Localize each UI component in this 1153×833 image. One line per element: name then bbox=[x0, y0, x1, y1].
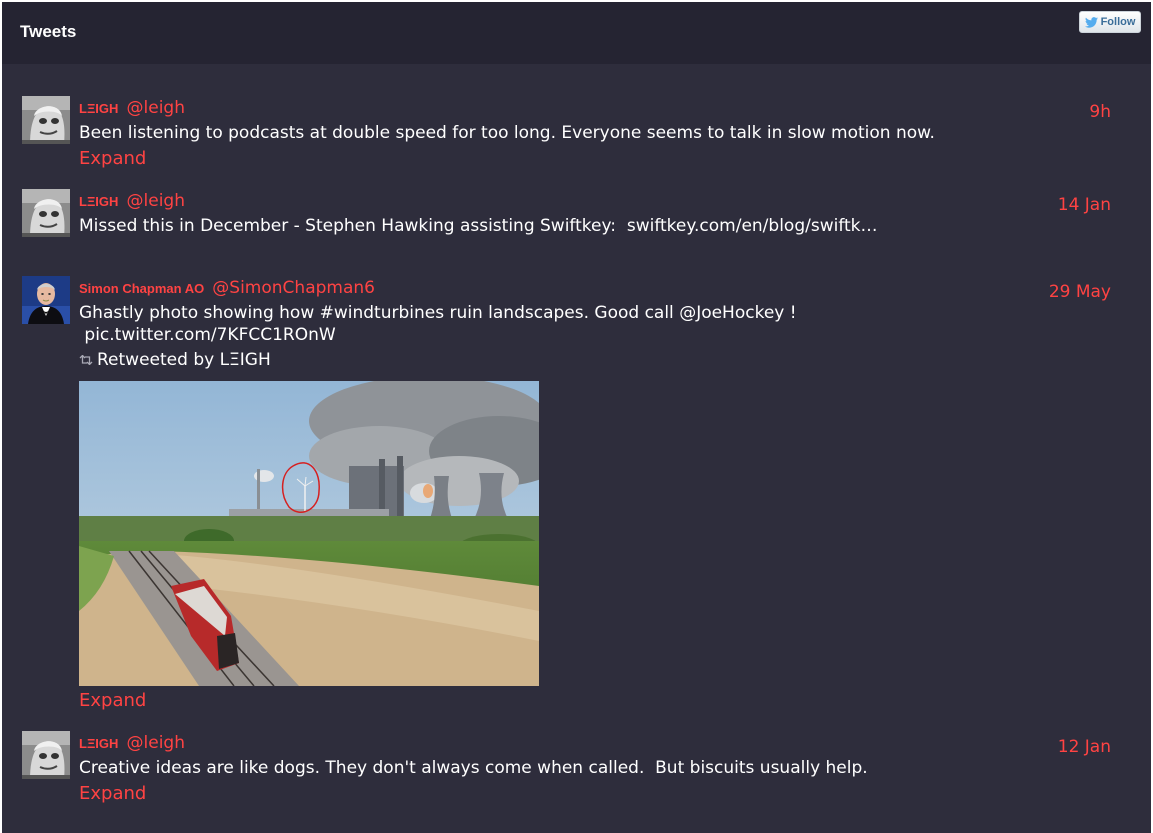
author-handle[interactable]: @SimonChapman6 bbox=[212, 278, 375, 298]
expand-link[interactable]: Expand bbox=[79, 781, 146, 806]
author-handle[interactable]: @leigh bbox=[127, 733, 185, 753]
tweet-timestamp[interactable]: 9h bbox=[1089, 102, 1111, 122]
tweet-photo[interactable] bbox=[79, 381, 539, 686]
tweet-text: Creative ideas are like dogs. They don't… bbox=[79, 758, 868, 778]
avatar[interactable] bbox=[22, 276, 70, 324]
expand-link[interactable]: Expand bbox=[79, 688, 146, 713]
widget-title: Tweets bbox=[20, 22, 77, 41]
author-name[interactable]: LΞIGH bbox=[79, 736, 118, 751]
avatar[interactable] bbox=[22, 96, 70, 144]
author-handle[interactable]: @leigh bbox=[127, 98, 185, 118]
twitter-bird-icon bbox=[1084, 16, 1098, 28]
author-handle[interactable]: @leigh bbox=[127, 191, 185, 211]
retweeted-by: Retweeted by LΞIGH bbox=[97, 350, 271, 370]
tweet-text: Been listening to podcasts at double spe… bbox=[79, 123, 935, 143]
tweet-timestamp[interactable]: 12 Jan bbox=[1058, 737, 1111, 757]
tweet-photo-link[interactable]: pic.twitter.com/7KFCC1ROnW bbox=[79, 323, 1151, 348]
retweet-indicator: Retweeted by LΞIGH bbox=[79, 348, 1151, 373]
tweet-link[interactable]: swiftkey.com/en/blog/swiftk… bbox=[627, 216, 878, 236]
avatar[interactable] bbox=[22, 731, 70, 779]
tweet-text-prefix: Missed this in December - Stephen Hawkin… bbox=[79, 216, 627, 236]
avatar[interactable] bbox=[22, 189, 70, 237]
author-name[interactable]: Simon Chapman AO bbox=[79, 281, 204, 296]
follow-label: Follow bbox=[1100, 16, 1136, 28]
tweet-text: Missed this in December - Stephen Hawkin… bbox=[79, 214, 1151, 239]
author-name[interactable]: LΞIGH bbox=[79, 194, 118, 209]
author-name[interactable]: LΞIGH bbox=[79, 101, 118, 116]
tweet-timestamp[interactable]: 29 May bbox=[1049, 282, 1111, 302]
widget-header: Tweets Follow bbox=[2, 2, 1151, 64]
retweet-icon bbox=[79, 355, 93, 365]
expand-link[interactable]: Expand bbox=[79, 146, 146, 171]
tweets-widget: Tweets Follow LΞIGH @leigh Been listenin… bbox=[2, 2, 1151, 833]
tweet-timestamp[interactable]: 14 Jan bbox=[1058, 195, 1111, 215]
follow-button[interactable]: Follow bbox=[1079, 11, 1141, 33]
